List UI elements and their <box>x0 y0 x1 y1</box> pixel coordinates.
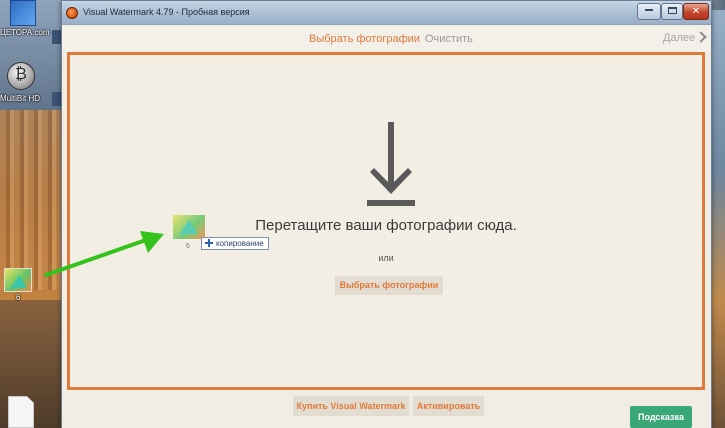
desktop-icon-ftp[interactable]: ЦЕТОРА.com <box>0 0 52 44</box>
desktop-icon-image-file[interactable]: 6 <box>4 268 36 308</box>
select-photos-button[interactable]: Выбрать фотографии <box>335 276 443 295</box>
activate-button[interactable]: Активировать <box>413 396 484 416</box>
toolbar: Выбрать фотографии Очистить Далее <box>62 26 711 52</box>
visual-watermark-app-icon <box>66 7 78 19</box>
minimize-icon <box>645 8 653 11</box>
maximize-icon <box>667 6 677 14</box>
photo-drop-zone[interactable]: Перетащите ваши фотографии сюда. или Выб… <box>67 52 705 390</box>
drag-file-label: 6 <box>186 243 190 250</box>
next-label: Далее <box>663 32 696 44</box>
desktop-icon-multibit[interactable]: MultiBit HD <box>0 62 52 110</box>
copy-badge: копирование <box>201 237 269 250</box>
desktop-wallpaper-right-edge <box>712 0 725 428</box>
next-button[interactable]: Далее <box>663 31 707 44</box>
tab-clear[interactable]: Очистить <box>425 33 473 45</box>
image-file-icon <box>4 268 32 292</box>
desktop-icon-label: 6 <box>16 293 21 302</box>
bitcoin-icon <box>7 62 35 90</box>
help-button[interactable]: Подсказка <box>630 406 692 428</box>
window-title: Visual Watermark 4.79 - Пробная версия <box>83 7 250 17</box>
chevron-right-icon <box>695 31 707 43</box>
or-separator: или <box>378 253 394 263</box>
image-thumbnail-icon <box>173 215 205 239</box>
desktop-icon-document[interactable] <box>8 396 34 428</box>
title-bar[interactable]: Visual Watermark 4.79 - Пробная версия ✕ <box>62 1 711 25</box>
minimize-button[interactable] <box>637 3 661 20</box>
copy-badge-label: копирование <box>216 239 264 248</box>
tab-select-photos[interactable]: Выбрать фотографии <box>309 33 420 45</box>
desktop-icon-label: ЦЕТОРА.com <box>0 28 50 37</box>
plus-icon <box>205 239 213 247</box>
close-button[interactable]: ✕ <box>683 3 709 20</box>
buy-button[interactable]: Купить Visual Watermark <box>293 396 409 416</box>
desktop-wallpaper-ruins <box>0 110 62 290</box>
bottom-bar: Купить Visual Watermark Активировать Под… <box>62 391 711 428</box>
drop-instruction: Перетащите ваши фотографии сюда. <box>255 217 517 234</box>
down-arrow-icon <box>367 122 415 206</box>
desktop-icon-label: MultiBit HD <box>0 94 41 103</box>
app-window: Visual Watermark 4.79 - Пробная версия ✕… <box>61 0 712 428</box>
maximize-button[interactable] <box>661 3 683 20</box>
ftp-app-icon <box>10 0 36 26</box>
